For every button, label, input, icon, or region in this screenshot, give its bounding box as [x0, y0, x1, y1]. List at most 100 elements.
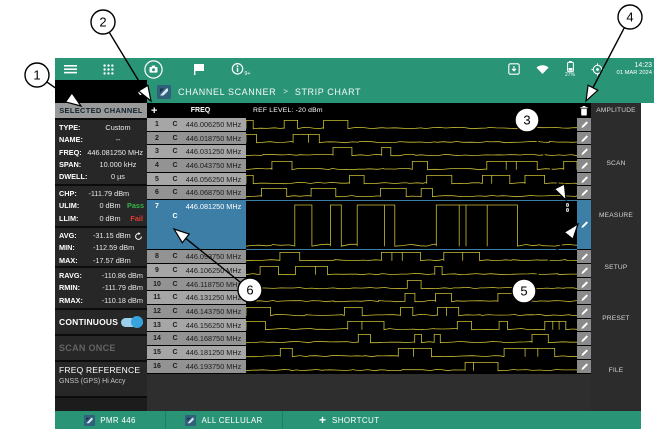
channel-trace-6[interactable]	[246, 186, 577, 200]
breadcrumb-app[interactable]: CHANNEL SCANNER	[178, 87, 276, 97]
menu-preset[interactable]: PRESET	[591, 315, 641, 322]
menu-scan[interactable]: SCAN	[591, 160, 641, 167]
edit-channel-7-button[interactable]	[577, 200, 591, 250]
channel-trace-2[interactable]	[246, 132, 577, 146]
channel-row-12[interactable]: 12C446.143750 MHz	[147, 305, 246, 319]
field-value: 446.081250 MHz	[87, 147, 143, 159]
trash-icon[interactable]	[580, 106, 588, 116]
channel-number: 8	[147, 253, 167, 260]
channel-trace-4[interactable]	[246, 159, 577, 173]
channel-trace-3[interactable]	[246, 145, 577, 159]
plus-icon: +	[319, 414, 326, 426]
channel-row-7[interactable]: 7446.081250 MHzC	[147, 200, 246, 250]
channel-type-badge: C	[167, 162, 183, 169]
channel-number: 10	[147, 281, 167, 288]
channel-row-13[interactable]: 13C446.156250 MHz	[147, 319, 246, 333]
continuous-toggle[interactable]	[121, 318, 143, 327]
edit-channel-4-button[interactable]	[577, 159, 591, 173]
add-shortcut-button[interactable]: + SHORTCUT	[283, 411, 380, 429]
reset-average-icon[interactable]	[134, 232, 143, 241]
channel-trace-13[interactable]	[246, 319, 577, 333]
tab-label: PMR 446	[100, 416, 135, 425]
tab-all-cellular[interactable]: ALL CELLULAR	[166, 411, 282, 429]
menu-file[interactable]: FILE	[591, 367, 641, 374]
channel-trace-5[interactable]	[246, 173, 577, 187]
panel-field: NAME:--	[59, 134, 143, 146]
edit-channel-2-button[interactable]	[577, 132, 591, 146]
main-area: SELECTED CHANNEL TYPE:CustomNAME:--FREQ:…	[55, 103, 641, 411]
field-master-logo-icon	[84, 415, 95, 426]
edit-channel-11-button[interactable]	[577, 291, 591, 305]
channel-row-15[interactable]: 15C446.181250 MHz	[147, 346, 246, 360]
menu-measure[interactable]: MEASURE	[591, 212, 641, 219]
breadcrumb-view: STRIP CHART	[295, 87, 361, 97]
panel-collapse-button[interactable]: «	[55, 80, 147, 103]
channel-frequency: 446.118750 MHz	[183, 280, 246, 289]
field-value: -111.79 dBm	[88, 188, 129, 200]
edit-channel-15-button[interactable]	[577, 346, 591, 360]
channel-trace-11[interactable]	[246, 291, 577, 305]
scan-once-button[interactable]: SCAN ONCE	[55, 336, 147, 360]
panel-field: TYPE:Custom	[59, 122, 143, 134]
flag-button[interactable]	[176, 58, 221, 80]
channel-row-1[interactable]: 1C446.006250 MHz	[147, 118, 246, 132]
channel-trace-14[interactable]	[246, 332, 577, 346]
channel-trace-10[interactable]	[246, 278, 577, 292]
channel-row-5[interactable]: 5C446.056250 MHz	[147, 173, 246, 187]
channel-row-6[interactable]: 6C446.068750 MHz	[147, 186, 246, 200]
notifications-button[interactable]: 9+	[221, 58, 261, 80]
edit-channel-1-button[interactable]	[577, 118, 591, 132]
channel-trace-16[interactable]	[246, 360, 577, 374]
channel-trace-1[interactable]	[246, 118, 577, 132]
edit-channel-9-button[interactable]	[577, 264, 591, 278]
channel-row-10[interactable]: 10C446.118750 MHz	[147, 278, 246, 292]
edit-channel-3-button[interactable]	[577, 145, 591, 159]
channel-row-2[interactable]: 2C446.018750 MHz	[147, 132, 246, 146]
edit-channel-5-button[interactable]	[577, 173, 591, 187]
breadcrumb: « CHANNEL SCANNER > STRIP CHART	[55, 80, 654, 103]
menu-button[interactable]	[55, 58, 85, 80]
edit-channel-6-button[interactable]	[577, 186, 591, 200]
channel-trace-15[interactable]	[246, 346, 577, 360]
channel-row-9[interactable]: 9C446.106250 MHz	[147, 264, 246, 278]
channel-number: 14	[147, 335, 167, 342]
download-icon	[508, 63, 520, 75]
gps-indicator[interactable]	[584, 58, 610, 80]
channel-trace-12[interactable]	[246, 305, 577, 319]
channel-type-badge: C	[167, 121, 183, 128]
tab-pmr-446[interactable]: PMR 446	[55, 411, 165, 429]
menu-amplitude[interactable]: AMPLITUDE	[591, 107, 641, 114]
add-channel-button[interactable]: +	[151, 103, 157, 118]
field-label: MIN:	[59, 242, 93, 254]
freq-reference-button[interactable]: FREQ REFERENCE GNSS (GPS) Hi Accy	[55, 362, 147, 396]
pencil-icon	[580, 147, 589, 156]
edit-channel-16-button[interactable]	[577, 360, 591, 374]
edit-channel-8-button[interactable]	[577, 250, 591, 264]
panel-field: RMAX:-110.18 dBm	[59, 295, 143, 307]
channel-row-11[interactable]: 11C446.131250 MHz	[147, 291, 246, 305]
channel-trace-9[interactable]	[246, 264, 577, 278]
channel-row-8[interactable]: 8C446.093750 MHz	[147, 250, 246, 264]
menu-setup[interactable]: SETUP	[591, 264, 641, 271]
channel-row-16[interactable]: 16C446.193750 MHz	[147, 360, 246, 374]
edit-channel-14-button[interactable]	[577, 332, 591, 346]
screenshot-button[interactable]	[131, 58, 176, 80]
field-value: -31.15 dBm	[93, 230, 134, 242]
save-export-button[interactable]	[500, 58, 528, 80]
wifi-indicator[interactable]	[528, 58, 556, 80]
channel-number: 11	[147, 294, 167, 301]
channel-row-14[interactable]: 14C446.168750 MHz	[147, 332, 246, 346]
field-master-logo-icon	[185, 415, 196, 426]
pencil-icon	[580, 362, 589, 371]
channel-trace-8[interactable]	[246, 250, 577, 264]
field-label: TYPE:	[59, 122, 93, 134]
edit-channel-10-button[interactable]	[577, 278, 591, 292]
channel-trace-7[interactable]	[246, 200, 577, 250]
channel-row-3[interactable]: 3C446.031250 MHz	[147, 145, 246, 159]
channel-row-4[interactable]: 4C446.043750 MHz	[147, 159, 246, 173]
channel-number: 1	[147, 121, 167, 128]
apps-button[interactable]	[85, 58, 131, 80]
resize-handle-icon[interactable]	[566, 203, 570, 212]
edit-channel-13-button[interactable]	[577, 319, 591, 333]
edit-channel-12-button[interactable]	[577, 305, 591, 319]
